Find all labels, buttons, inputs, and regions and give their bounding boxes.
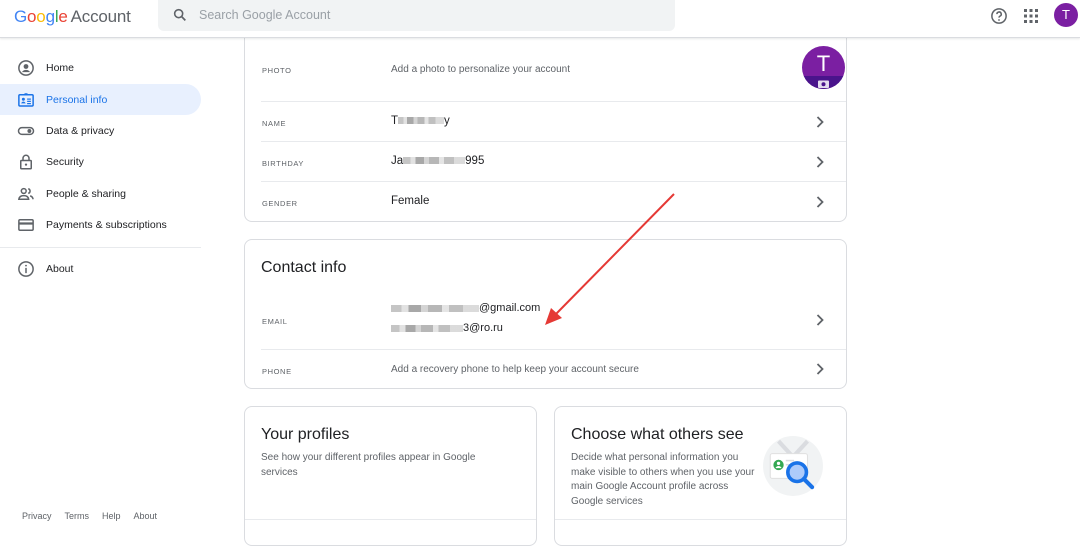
redacted-text xyxy=(391,324,463,332)
camera-icon xyxy=(818,80,829,88)
redacted-text xyxy=(403,157,466,165)
search-placeholder: Search Google Account xyxy=(199,8,331,22)
profile-search-illustration xyxy=(763,436,823,496)
footer-link-privacy[interactable]: Privacy xyxy=(22,511,52,521)
chevron-right-icon xyxy=(816,363,824,375)
apps-grid-icon[interactable] xyxy=(1024,9,1038,23)
footer-link-about[interactable]: About xyxy=(134,511,158,521)
sidebar-item-home[interactable]: Home xyxy=(0,52,201,83)
lock-icon xyxy=(20,154,32,169)
your-profiles-title: Your profiles xyxy=(261,426,350,443)
personal-info-icon xyxy=(18,92,34,107)
basic-info-card: Photo Add a photo to personalize your ac… xyxy=(244,30,847,222)
contact-info-card: Contact info Email @gmail.com 3@ro.ru Ph… xyxy=(244,239,847,389)
help-icon[interactable] xyxy=(990,7,1008,25)
email-row[interactable]: Email @gmail.com 3@ro.ru xyxy=(261,290,846,350)
photo-row[interactable]: Photo Add a photo to personalize your ac… xyxy=(261,39,846,102)
footer-link-terms[interactable]: Terms xyxy=(65,511,90,521)
choose-what-others-see-card[interactable]: Choose what others see Decide what perso… xyxy=(554,406,847,546)
choose-what-others-see-description: Decide what personal information you mak… xyxy=(571,452,755,507)
toggle-icon xyxy=(17,126,35,135)
sidebar-item-data-privacy[interactable]: Data & privacy xyxy=(0,115,201,146)
search-input[interactable]: Search Google Account xyxy=(158,0,675,31)
footer-links: Privacy Terms Help About xyxy=(22,511,170,521)
sidebar-item-about[interactable]: About xyxy=(0,253,201,284)
sidebar-divider xyxy=(0,247,201,248)
account-avatar[interactable]: T xyxy=(1054,3,1078,27)
your-profiles-description: See how your different profiles appear i… xyxy=(261,452,476,478)
chevron-right-icon xyxy=(816,156,824,168)
name-row[interactable]: Name Ty xyxy=(261,102,846,142)
chevron-right-icon xyxy=(816,314,824,326)
birthday-row[interactable]: Birthday Ja 995 xyxy=(261,142,846,182)
home-icon xyxy=(18,59,34,76)
choose-what-others-see-title: Choose what others see xyxy=(571,426,744,443)
your-profiles-card[interactable]: Your profiles See how your different pro… xyxy=(244,406,537,546)
footer-link-help[interactable]: Help xyxy=(102,511,121,521)
profile-photo-avatar[interactable]: T xyxy=(802,46,845,89)
people-icon xyxy=(17,187,34,200)
top-bar: Google Account Search Google Account T xyxy=(0,0,1080,38)
sidebar-item-people-sharing[interactable]: People & sharing xyxy=(0,178,201,209)
sidebar-item-personal-info[interactable]: Personal info xyxy=(0,84,201,115)
card-divider xyxy=(555,519,846,520)
sidebar-item-payments[interactable]: Payments & subscriptions xyxy=(0,209,201,240)
chevron-right-icon xyxy=(816,196,824,208)
redacted-text xyxy=(398,117,445,125)
phone-row[interactable]: Phone Add a recovery phone to help keep … xyxy=(261,350,846,389)
sidebar-nav: Home Personal info Data & privacy Securi… xyxy=(0,38,210,526)
info-icon xyxy=(18,260,34,277)
card-divider xyxy=(245,519,536,520)
credit-card-icon xyxy=(18,218,34,231)
search-icon[interactable] xyxy=(172,7,188,23)
chevron-right-icon xyxy=(816,116,824,128)
redacted-text xyxy=(391,304,479,312)
sidebar-item-security[interactable]: Security xyxy=(0,146,201,177)
gender-row[interactable]: Gender Female xyxy=(261,182,846,222)
contact-info-title: Contact info xyxy=(261,259,347,276)
google-account-logo[interactable]: Google Account xyxy=(14,7,131,27)
